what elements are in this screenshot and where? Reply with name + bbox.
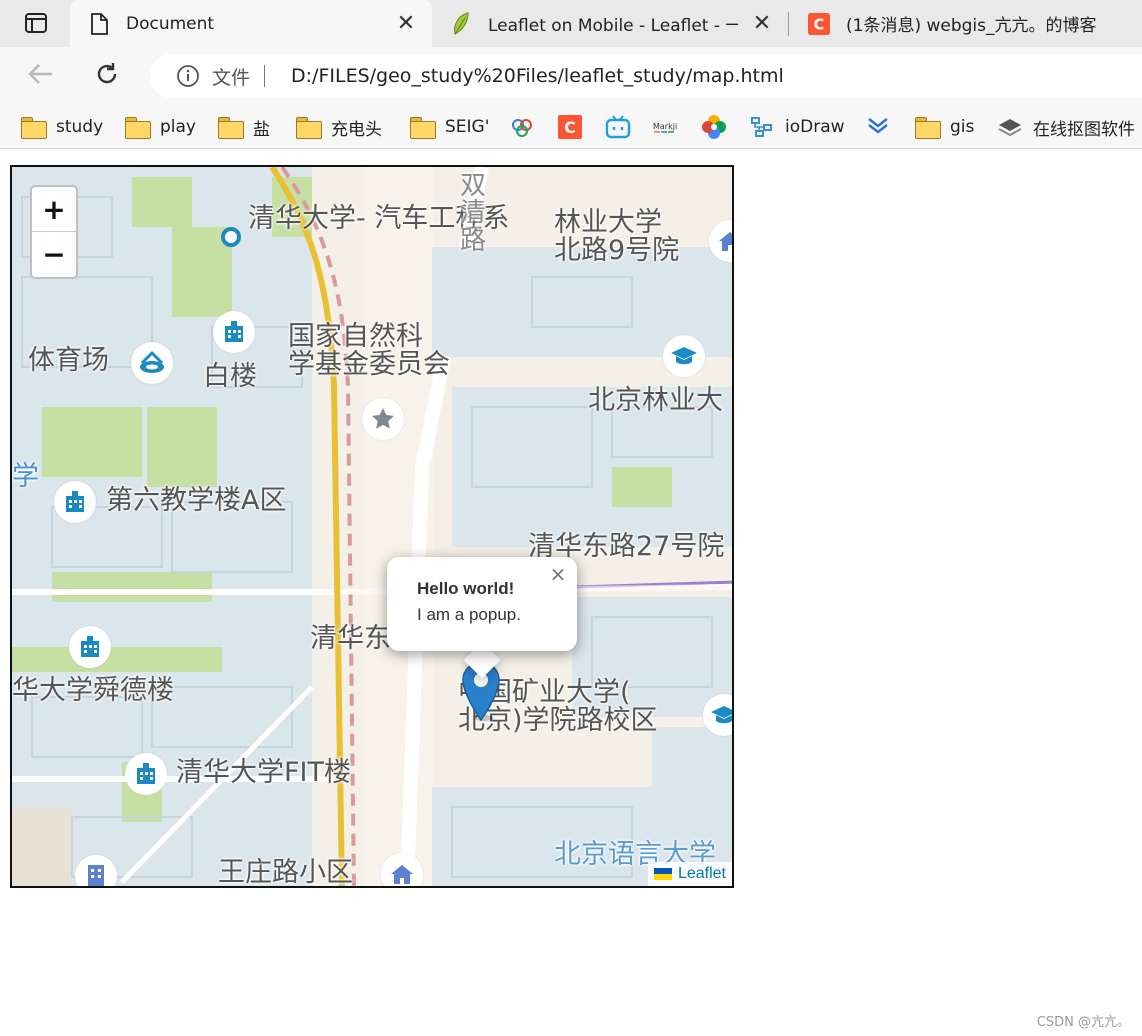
map-label: 王庄路小区 — [218, 857, 353, 888]
attribution: Leaflet — [647, 862, 732, 886]
bookmark-label: ioDraw — [785, 117, 845, 137]
map-label: 华大学舜德楼 — [12, 675, 174, 706]
bookmark-markji[interactable]: Markji — [653, 114, 679, 140]
map-popup: × Hello world! I am a popup. — [387, 557, 577, 651]
colorful-flower-icon — [701, 115, 727, 139]
folder-icon — [295, 115, 322, 139]
zoom-out-button[interactable]: − — [32, 232, 76, 277]
bookmark-gis[interactable]: gis — [914, 114, 974, 140]
office-building-icon[interactable] — [69, 626, 111, 668]
watermark: CSDN @亢亢。 — [1036, 1015, 1130, 1030]
bookmark-salt[interactable]: 盐 — [217, 114, 270, 140]
bookmark-label: study — [56, 117, 104, 137]
bookmark-seig[interactable]: SEIG' — [409, 114, 489, 140]
bookmark-chevrons[interactable] — [865, 114, 891, 140]
leaflet-icon — [450, 11, 472, 35]
scheme-label: 文件 — [212, 66, 251, 89]
bookmark-label: 充电头 — [331, 119, 382, 140]
tab-separator — [788, 12, 789, 36]
tab-actions-button[interactable] — [18, 11, 54, 39]
tab-document[interactable]: Document ✕ — [70, 0, 432, 47]
bilibili-icon — [605, 115, 631, 139]
navigation-bar: 文件 D:/FILES/geo_study%20Files/leaflet_st… — [0, 47, 1142, 105]
map-label: 国家自然科 学基金委员会 — [288, 321, 450, 381]
markji-icon: Markji — [653, 115, 679, 139]
tab-strip: Document ✕ Leaflet on Mobile - Leaflet -… — [0, 0, 1142, 47]
map-label: 林业大学 北路9号院 — [554, 207, 680, 267]
map-tiles — [12, 167, 732, 886]
svg-text:C: C — [564, 118, 576, 137]
bookmark-label: 在线抠图软件 — [1033, 119, 1135, 140]
bookmark-cloud-app[interactable] — [509, 114, 535, 140]
bookmark-study[interactable]: study — [20, 114, 103, 140]
layers-icon — [997, 115, 1023, 139]
map-label: 第六教学楼A区 — [106, 485, 287, 516]
bookmark-play[interactable]: play — [124, 114, 196, 140]
sidebar-panel-icon — [25, 13, 47, 37]
bookmark-charger[interactable]: 充电头 — [295, 114, 382, 140]
university-icon[interactable] — [663, 335, 705, 377]
bookmark-label: SEIG' — [445, 117, 490, 137]
bookmark-label: 盐 — [253, 119, 270, 140]
reload-icon — [94, 61, 120, 91]
folder-icon — [217, 115, 244, 139]
tab-csdn-blog[interactable]: C (1条消息) webgis_亢亢。的博客-( — [790, 0, 1142, 47]
back-arrow-icon — [28, 63, 54, 89]
back-button[interactable] — [24, 59, 58, 93]
leaflet-map[interactable]: 清华大学- 汽车工程系 双 清 路 林业大学 北路9号院 体育场 白楼 国家自然… — [10, 165, 734, 888]
folder-icon — [914, 115, 941, 139]
office-building-icon[interactable] — [213, 311, 255, 353]
location-dot-icon[interactable] — [210, 216, 252, 258]
bookmark-label: play — [160, 117, 196, 137]
info-icon[interactable] — [176, 64, 200, 88]
csdn-icon: C — [808, 12, 830, 35]
svg-text:C: C — [814, 16, 825, 33]
map-label: 体育场 — [28, 345, 109, 376]
map-label: 学 — [12, 461, 39, 492]
iodraw-icon — [749, 115, 775, 139]
chevrons-icon — [865, 115, 891, 139]
zoom-in-button[interactable]: + — [32, 187, 76, 232]
close-icon[interactable]: ✕ — [396, 11, 416, 36]
stadium-icon[interactable] — [131, 342, 173, 384]
popup-close-button[interactable]: × — [547, 562, 569, 586]
page-icon — [88, 12, 110, 35]
bookmark-flower[interactable] — [701, 114, 727, 140]
tab-title: Document — [126, 13, 215, 34]
folder-icon — [124, 115, 151, 139]
bookmark-iodraw[interactable]: ioDraw — [749, 114, 845, 140]
office-building-icon[interactable] — [125, 753, 167, 795]
office-building-icon[interactable] — [54, 481, 96, 523]
address-bar[interactable]: 文件 D:/FILES/geo_study%20Files/leaflet_st… — [150, 54, 1142, 98]
tab-leaflet-mobile[interactable]: Leaflet on Mobile - Leaflet - 一个 ✕ — [432, 0, 788, 47]
zoom-control: + − — [30, 185, 78, 279]
reload-button[interactable] — [90, 59, 124, 93]
csdn-icon: C — [557, 115, 583, 139]
leaflet-link[interactable]: Leaflet — [678, 865, 726, 883]
bookmark-label: gis — [950, 117, 975, 137]
close-icon[interactable]: ✕ — [752, 11, 772, 36]
ukraine-flag-icon — [653, 868, 672, 880]
home-icon[interactable] — [381, 853, 423, 886]
tab-title: (1条消息) webgis_亢亢。的博客-( — [846, 16, 1096, 36]
folder-icon — [409, 115, 436, 139]
bookmark-bilibili[interactable] — [605, 114, 631, 140]
map-label: 双 清 路 — [460, 171, 487, 256]
bookmark-cutout-tool[interactable]: 在线抠图软件 — [997, 114, 1135, 140]
bookmark-csdn[interactable]: C — [557, 114, 583, 140]
svg-text:Markji: Markji — [653, 122, 677, 131]
map-label: 白楼 — [203, 361, 257, 392]
cloud-app-icon — [509, 115, 535, 139]
popup-body: I am a popup. — [417, 605, 521, 624]
address-divider — [264, 65, 266, 87]
bookmarks-bar: study play 盐 充电头 SEIG' C Markji ioDraw g… — [0, 105, 1142, 149]
star-landmark-icon[interactable] — [362, 398, 404, 440]
map-label: 清华大学FIT楼 — [176, 757, 351, 788]
map-label: 北京林业大 — [588, 385, 723, 416]
tab-title: Leaflet on Mobile - Leaflet - 一个 — [488, 16, 738, 36]
folder-icon — [20, 115, 47, 139]
url-text[interactable]: D:/FILES/geo_study%20Files/leaflet_study… — [291, 65, 784, 87]
popup-title: Hello world! — [417, 579, 515, 598]
